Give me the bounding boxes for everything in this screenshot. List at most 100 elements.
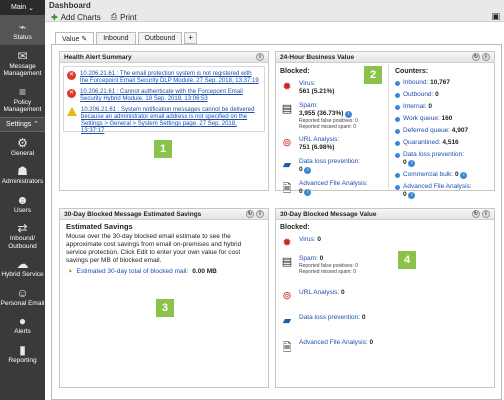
alert-item[interactable]: ✕ 10.206.21.61 : Cannot authenticate with… xyxy=(67,89,261,103)
person-icon: ☺ xyxy=(16,285,29,300)
alert-link[interactable]: 10.206.21.61 : System notification messa… xyxy=(81,107,261,135)
sidebar-item-message-management[interactable]: ✉ Message Management xyxy=(0,45,45,81)
sidebar-item-reporting[interactable]: ▮ Reporting xyxy=(0,339,45,368)
blocked-row-dlp: ▰ Data loss prevention: 0 i xyxy=(276,155,388,177)
sidebar-item-label: Personal Email xyxy=(0,299,45,307)
counter-label: Commercial bulk: xyxy=(403,171,454,178)
sidebar-item-inbound-outbound[interactable]: ⇄ Inbound/ Outbound xyxy=(0,217,45,253)
print-button[interactable]: ⎙ Print xyxy=(111,12,137,22)
spam-missed: Reported missed spam: 0 xyxy=(299,269,356,275)
counter-row: Outbound: 0 xyxy=(391,89,494,101)
bullet-icon xyxy=(395,80,400,86)
gauge-icon: ◔ xyxy=(66,266,73,278)
blocked-row-url: ⊚ URL Analysis: 751 (6.98%) xyxy=(276,133,388,155)
counter-value: 0 xyxy=(428,103,432,110)
savings-estimate[interactable]: ◔ Estimated 30-day total of blocked mail… xyxy=(66,266,262,278)
edit-icon[interactable]: ✎ xyxy=(81,36,87,43)
bullet-icon xyxy=(395,140,400,146)
bullet-icon xyxy=(395,184,400,190)
counter-row: Deferred queue: 4,907 xyxy=(391,125,494,137)
info-icon[interactable]: i xyxy=(460,172,468,179)
blocked-row-spam: ▤ Spam: 0 Reported false positives: 0 Repor… xyxy=(276,252,494,278)
counter-row: Internal: 0 xyxy=(391,101,494,113)
counter-value: 0 xyxy=(455,171,459,178)
alert-item[interactable]: 10.206.21.61 : System notification messa… xyxy=(67,107,261,135)
blocked-value: 0 xyxy=(299,166,303,173)
alert-link[interactable]: 10.206.21.61 : Cannot authenticate with … xyxy=(80,89,261,103)
users-icon: ☻ xyxy=(16,192,29,207)
blocked-row-url: ⊚ URL Analysis: 0 xyxy=(276,286,494,305)
add-charts-label: Add Charts xyxy=(60,12,101,22)
counter-row: Inbound: 10,767 xyxy=(391,77,494,89)
blocked-title: Blocked: xyxy=(280,224,310,231)
add-tab-button[interactable]: + xyxy=(184,32,197,44)
sidebar-item-alerts[interactable]: ● Alerts xyxy=(0,310,45,339)
alert-icon: ● xyxy=(18,314,27,328)
dashboard-tabs: Value ✎ Inbound Outbound + xyxy=(55,32,197,44)
info-icon[interactable]: i xyxy=(482,53,490,61)
annotation-badge-2: 2 xyxy=(364,66,382,84)
file-analysis-icon: 🗎 xyxy=(282,183,292,195)
counter-value: 160 xyxy=(441,115,453,122)
sidebar-item-policy-management[interactable]: ≡ Policy Management xyxy=(0,81,45,117)
file-analysis-icon: 🗎 xyxy=(282,342,292,354)
blocked-value: 3,955 (36.73%) xyxy=(299,110,344,117)
info-icon[interactable]: i xyxy=(304,189,312,196)
sidebar-item-label: Status xyxy=(13,34,32,41)
blocked-label: Advanced File Analysis: xyxy=(299,180,368,187)
counter-value: 4,907 xyxy=(451,127,469,134)
info-icon[interactable]: i xyxy=(256,53,264,61)
blocked-value: 0 xyxy=(361,314,366,321)
annotation-badge-4: 4 xyxy=(398,251,416,269)
tab-inbound[interactable]: Inbound xyxy=(96,32,136,44)
counter-row: Data loss prevention: 0 i xyxy=(391,149,494,169)
info-icon[interactable]: i xyxy=(408,160,416,167)
refresh-icon[interactable]: ↻ xyxy=(472,210,480,218)
dlp-icon: ▰ xyxy=(282,315,292,327)
alert-item[interactable]: ✕ 10.206.21.61 : The email protection sys… xyxy=(67,71,261,85)
tab-outbound[interactable]: Outbound xyxy=(137,32,183,44)
sidebar-item-hybrid-service[interactable]: ☁ Hybrid Service xyxy=(0,253,45,282)
blocked-label: Spam: xyxy=(299,255,318,262)
blocked-label: URL Analysis: xyxy=(299,289,340,296)
save-icon[interactable]: ▣ xyxy=(491,11,500,22)
arrows-icon: ⇄ xyxy=(17,221,28,235)
counter-value: 0 xyxy=(403,191,407,198)
sidebar-item-users[interactable]: ☻ Users xyxy=(0,189,45,218)
sidebar-item-label: Message Management xyxy=(3,62,42,78)
sidebar-item-general[interactable]: ⚙ General xyxy=(0,132,45,161)
sidebar-item-personal-email[interactable]: ☺ Personal Email xyxy=(0,282,45,311)
sidebar-item-label: Policy Management xyxy=(3,98,42,114)
error-icon: ✕ xyxy=(67,89,76,98)
estimate-value: 0.00 MB xyxy=(192,268,217,275)
gear-icon: ⚙ xyxy=(17,135,28,150)
blocked-label: Data loss prevention: xyxy=(299,314,361,321)
info-icon[interactable]: i xyxy=(345,111,353,118)
sidebar-main-toggle[interactable]: Main ⌄ xyxy=(0,0,45,16)
sidebar-section-settings[interactable]: Settings ⌃ xyxy=(0,116,45,132)
dlp-icon: ▰ xyxy=(282,159,292,171)
info-icon[interactable]: i xyxy=(482,210,490,218)
blocked-row-virus: ✹ Virus: 0 xyxy=(276,233,494,252)
sidebar-item-status[interactable]: ⌁ Status xyxy=(0,16,45,45)
info-icon[interactable]: i xyxy=(304,167,312,174)
panel-title: 30-Day Blocked Message Value xyxy=(280,211,377,218)
counter-row: Advanced File Analysis: 0 i xyxy=(391,181,494,201)
info-icon[interactable]: i xyxy=(408,192,416,199)
sidebar-item-label: Administrators xyxy=(1,178,44,185)
tab-label: Outbound xyxy=(144,35,176,42)
blocked-value: 561 (5.21%) xyxy=(299,88,335,95)
counter-value: 10,767 xyxy=(430,79,451,86)
blocked-row-dlp: ▰ Data loss prevention: 0 xyxy=(276,311,494,330)
counter-value: 0 xyxy=(435,91,439,98)
refresh-icon[interactable]: ↻ xyxy=(472,53,480,61)
sidebar-main-label: Main xyxy=(11,4,27,11)
tab-value[interactable]: Value ✎ xyxy=(55,32,95,44)
info-icon[interactable]: i xyxy=(256,210,264,218)
sidebar-item-administrators[interactable]: ☗ Administrators xyxy=(0,160,45,189)
blocked-row-file-analysis: 🗎 Advanced File Analysis: 0 i xyxy=(276,177,388,202)
alert-link[interactable]: 10.206.21.61 : The email protection syst… xyxy=(80,71,261,85)
refresh-icon[interactable]: ↻ xyxy=(246,210,254,218)
url-icon: ⊚ xyxy=(282,137,292,149)
add-charts-button[interactable]: ✚ Add Charts xyxy=(51,12,101,22)
